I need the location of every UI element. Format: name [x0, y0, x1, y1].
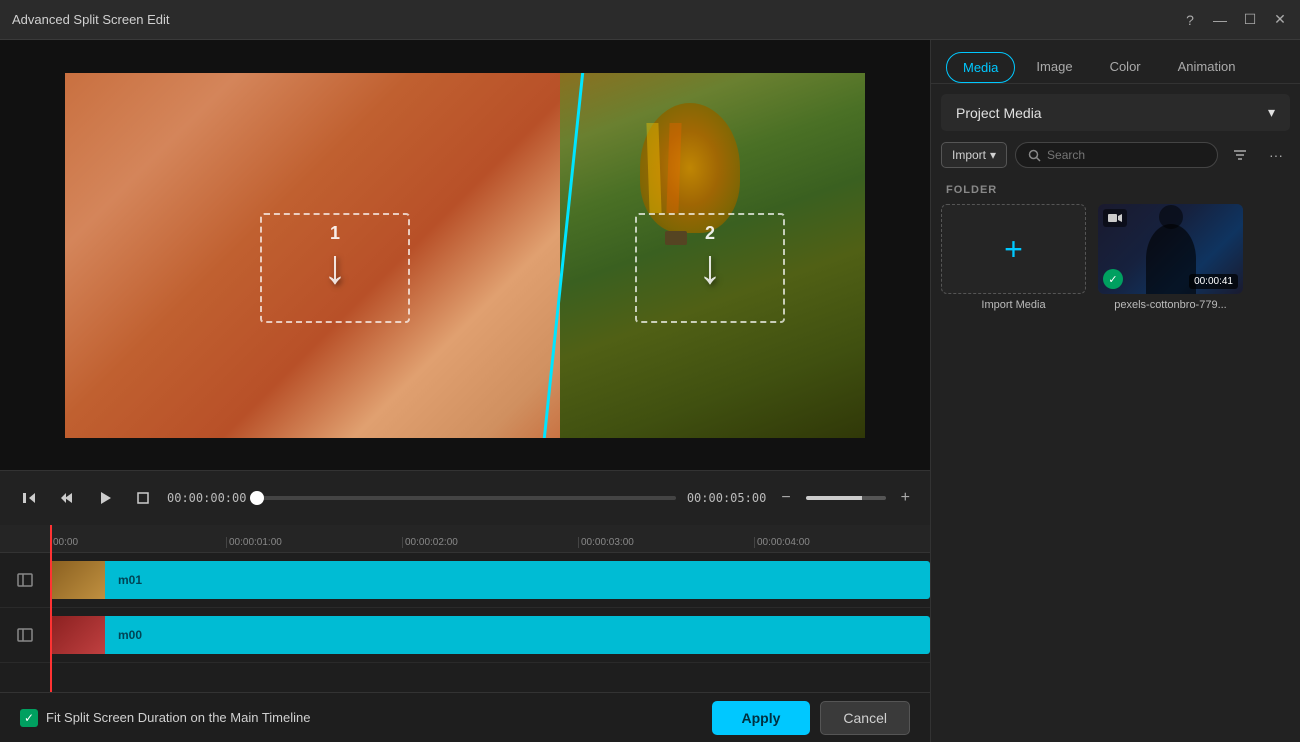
media-grid: + Import Media: [931, 204, 1300, 311]
right-panel: Media Image Color Animation Project Medi…: [930, 40, 1300, 742]
zoom-out-button[interactable]: −: [776, 486, 795, 510]
timeline-ruler: 00:00 00:00:01:00 00:00:02:00 00:00:03:0…: [0, 525, 930, 553]
frame-back-button[interactable]: [53, 484, 81, 512]
ruler-tick-0: 00:00: [50, 537, 226, 548]
import-plus-icon: +: [1004, 231, 1023, 268]
video-check-icon: ✓: [1103, 269, 1123, 289]
step-back-button[interactable]: [15, 484, 43, 512]
track-icon-2: [0, 626, 50, 644]
track-label-1: m01: [118, 573, 142, 587]
import-chevron-icon: ▾: [990, 148, 996, 162]
import-label: Import: [952, 148, 986, 162]
track-icon-1: [0, 571, 50, 589]
fullscreen-button[interactable]: [129, 484, 157, 512]
fit-label: Fit Split Screen Duration on the Main Ti…: [46, 710, 310, 725]
progress-bar[interactable]: [257, 496, 676, 500]
track-clip-1[interactable]: m01: [50, 561, 930, 599]
track-row-empty: [0, 663, 930, 692]
ruler-tick-1: 00:00:01:00: [226, 537, 402, 548]
apply-button[interactable]: Apply: [712, 701, 811, 735]
time-end: 00:00:05:00: [686, 491, 766, 505]
drop-zone-2[interactable]: 2 ↓: [635, 213, 785, 323]
track-row-2: m00: [0, 608, 930, 663]
chevron-down-icon: ▾: [1268, 104, 1275, 121]
timeline-area: 00:00 00:00:01:00 00:00:02:00 00:00:03:0…: [0, 525, 930, 692]
progress-indicator[interactable]: [250, 491, 264, 505]
tab-image[interactable]: Image: [1020, 52, 1088, 83]
ruler-marks: 00:00 00:00:01:00 00:00:02:00 00:00:03:0…: [50, 537, 930, 548]
bottom-actions: Apply Cancel: [712, 701, 910, 735]
fit-check-area: ✓ Fit Split Screen Duration on the Main …: [20, 709, 310, 727]
window-controls: ? — ☐ ✕: [1182, 12, 1288, 28]
video-duration: 00:00:41: [1189, 274, 1238, 289]
import-button[interactable]: Import ▾: [941, 142, 1007, 168]
track-thumbnail-1: [50, 561, 105, 599]
volume-slider[interactable]: [806, 496, 886, 500]
search-box: [1015, 142, 1218, 168]
close-button[interactable]: ✕: [1272, 12, 1288, 28]
title-bar: Advanced Split Screen Edit ? — ☐ ✕: [0, 0, 1300, 40]
video-media-thumb: 00:00:41 ✓: [1098, 204, 1243, 294]
track-thumbnail-2: [50, 616, 105, 654]
search-icon: [1028, 149, 1041, 162]
playback-bar: 00:00:00:00 00:00:05:00 − +: [0, 470, 930, 525]
minimize-button[interactable]: —: [1212, 12, 1228, 28]
drop-number-1: 1: [330, 223, 340, 244]
video-media-label: pexels-cottonbro-779...: [1098, 299, 1243, 311]
drop-zone-1[interactable]: 1 ↓: [260, 213, 410, 323]
import-media-item[interactable]: + Import Media: [941, 204, 1086, 311]
main-layout: 1 ↓ 2 ↓: [0, 40, 1300, 742]
tab-color[interactable]: Color: [1094, 52, 1157, 83]
help-button[interactable]: ?: [1182, 12, 1198, 28]
playhead[interactable]: [50, 525, 52, 692]
drop-number-2: 2: [705, 223, 715, 244]
right-tabs: Media Image Color Animation: [931, 40, 1300, 84]
left-panel: 1 ↓ 2 ↓: [0, 40, 930, 742]
split-preview: 1 ↓ 2 ↓: [65, 73, 865, 438]
ruler-tick-2: 00:00:02:00: [402, 537, 578, 548]
tab-animation[interactable]: Animation: [1162, 52, 1252, 83]
play-button[interactable]: [91, 484, 119, 512]
app-title: Advanced Split Screen Edit: [12, 12, 170, 27]
search-input[interactable]: [1047, 148, 1205, 162]
drop-arrow-1: ↓: [323, 240, 347, 295]
import-media-label: Import Media: [941, 299, 1086, 311]
drop-arrow-2: ↓: [698, 240, 722, 295]
folder-label: FOLDER: [931, 179, 1300, 204]
media-toolbar: Import ▾ ···: [931, 141, 1300, 179]
ruler-tick-4: 00:00:04:00: [754, 537, 930, 548]
maximize-button[interactable]: ☐: [1242, 12, 1258, 28]
preview-area: 1 ↓ 2 ↓: [0, 40, 930, 470]
cancel-button[interactable]: Cancel: [820, 701, 910, 735]
ruler-tick-3: 00:00:03:00: [578, 537, 754, 548]
fit-checkbox[interactable]: ✓: [20, 709, 38, 727]
track-label-2: m00: [118, 628, 142, 642]
import-media-thumb: +: [941, 204, 1086, 294]
tab-media[interactable]: Media: [946, 52, 1015, 83]
project-media-dropdown[interactable]: Project Media ▾: [941, 94, 1290, 131]
filter-icon[interactable]: [1226, 141, 1254, 169]
track-clip-2[interactable]: m00: [50, 616, 930, 654]
track-row-1: m01: [0, 553, 930, 608]
video-media-item[interactable]: 00:00:41 ✓ pexels-cottonbro-779...: [1098, 204, 1243, 311]
bottom-bar: ✓ Fit Split Screen Duration on the Main …: [0, 692, 930, 742]
zoom-in-button[interactable]: +: [896, 486, 915, 510]
video-icon: [1103, 209, 1127, 227]
time-start: 00:00:00:00: [167, 491, 247, 505]
more-options-icon[interactable]: ···: [1262, 141, 1290, 169]
dropdown-label: Project Media: [956, 105, 1042, 121]
